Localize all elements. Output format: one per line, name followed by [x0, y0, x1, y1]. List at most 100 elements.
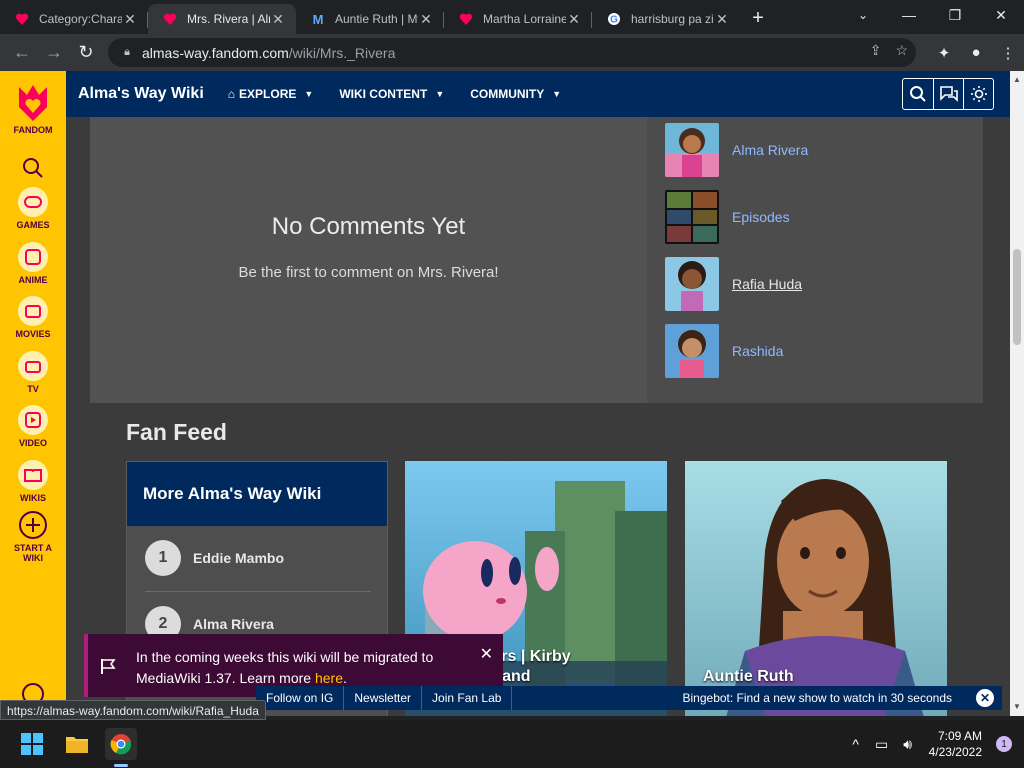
explore-icon: ⌂: [227, 87, 236, 101]
scrollbar-thumb[interactable]: [1013, 249, 1021, 345]
related-link[interactable]: Rashida: [732, 343, 783, 359]
follow-ig-link[interactable]: Follow on IG: [256, 686, 345, 710]
anime-face-icon: [18, 242, 48, 272]
related-link[interactable]: Episodes: [732, 209, 790, 225]
related-item[interactable]: Rafia Huda: [665, 257, 802, 311]
thumbnail-rashida[interactable]: [665, 324, 719, 378]
address-bar[interactable]: 🔒︎ almas-way.fandom.com/wiki/Mrs._Rivera…: [108, 38, 916, 67]
tab-title: harrisburg pa zip: [631, 12, 714, 26]
fandom-heart-icon: [458, 11, 474, 27]
thumbnail-episodes[interactable]: [665, 190, 719, 244]
rail-label: GAMES: [16, 220, 50, 230]
browser-tab-3[interactable]: M Auntie Ruth | Mya ✕: [296, 4, 444, 34]
rail-start-a-wiki[interactable]: START A WIKI: [0, 510, 66, 563]
flag-icon: [88, 634, 128, 697]
system-tray: ^ ▭ 🔊︎ 7:09 AM 4/23/2022 1: [843, 720, 1024, 768]
sun-icon: [970, 86, 987, 102]
rail-item-video[interactable]: VIDEO: [0, 405, 66, 448]
chevron-down-icon: ▼: [435, 89, 445, 99]
fandom-logo[interactable]: FANDOM: [0, 79, 66, 135]
profile-icon[interactable]: ●: [960, 38, 992, 67]
restore-icon[interactable]: ❐: [932, 0, 978, 30]
bingebot-link[interactable]: Bingebot: Find a new show to watch in 30…: [683, 686, 953, 710]
scroll-up-arrow-icon[interactable]: ▲: [1010, 73, 1024, 87]
chrome-icon[interactable]: [105, 728, 137, 760]
bookmark-star-icon[interactable]: ☆: [895, 42, 908, 59]
rail-item-wikis[interactable]: WIKIS: [0, 460, 66, 503]
rail-item-games[interactable]: GAMES: [0, 187, 66, 230]
close-tab-icon[interactable]: ✕: [714, 11, 730, 28]
file-explorer-icon[interactable]: [61, 728, 93, 760]
nav-explore[interactable]: ⌂ EXPLORE ▼: [228, 87, 314, 101]
close-circle-icon[interactable]: ✕: [976, 689, 994, 707]
close-icon[interactable]: ✕: [480, 644, 493, 664]
nav-wiki-content[interactable]: WIKI CONTENT ▼: [339, 87, 444, 101]
close-window-icon[interactable]: ✕: [978, 0, 1024, 30]
thumbnail-alma-rivera[interactable]: [665, 123, 719, 177]
trending-item[interactable]: 1 Eddie Mambo: [145, 540, 284, 576]
notification-badge[interactable]: 1: [996, 736, 1012, 752]
menu-kebab-icon[interactable]: ⋮: [992, 38, 1024, 67]
rail-search[interactable]: [0, 153, 66, 186]
wiki-header: Alma's Way Wiki ⌂ EXPLORE ▼ WIKI CONTENT ▼ …: [66, 71, 1010, 117]
search-button[interactable]: [903, 79, 933, 109]
rail-item-anime[interactable]: ANIME: [0, 242, 66, 285]
wiki-site-name[interactable]: Alma's Way Wiki: [78, 85, 204, 103]
rank-number: 1: [145, 540, 181, 576]
card-caption: Auntie Ruth: [703, 668, 794, 685]
extensions-puzzle-icon[interactable]: ✦: [928, 38, 960, 67]
discussions-button[interactable]: [933, 79, 963, 109]
rail-item-tv[interactable]: TV: [0, 351, 66, 394]
back-arrow-icon[interactable]: ←: [6, 37, 38, 69]
url-text: almas-way.fandom.com/wiki/Mrs._Rivera: [142, 44, 396, 61]
page-scrollbar[interactable]: ▲ ▼: [1010, 71, 1024, 716]
new-tab-button[interactable]: +: [744, 4, 772, 32]
close-tab-icon[interactable]: ✕: [418, 11, 434, 28]
chevron-up-icon[interactable]: ^: [843, 736, 869, 752]
play-icon: [18, 405, 48, 435]
browser-tab-1[interactable]: Category:Characters ✕: [0, 4, 148, 34]
rail-item-movies[interactable]: MOVIES: [0, 296, 66, 339]
windows-start-icon[interactable]: [16, 728, 48, 760]
notice-link[interactable]: here: [315, 670, 343, 686]
minimize-icon[interactable]: —: [886, 0, 932, 30]
related-link[interactable]: Rafia Huda: [732, 276, 802, 292]
nav-community[interactable]: COMMUNITY ▼: [470, 87, 561, 101]
clock-time: 7:09 AM: [937, 729, 982, 743]
newsletter-link[interactable]: Newsletter: [344, 686, 423, 710]
related-link[interactable]: Alma Rivera: [732, 142, 808, 158]
chevron-down-icon: ▼: [552, 89, 562, 99]
reload-icon[interactable]: ↻: [70, 37, 102, 69]
rail-label: MOVIES: [15, 329, 51, 339]
fan-feed-card-auntie-ruth[interactable]: Auntie Ruth: [685, 461, 947, 716]
network-icon[interactable]: ▭: [869, 736, 895, 753]
tab-search-chevron-icon[interactable]: ⌄: [852, 4, 874, 26]
volume-icon[interactable]: 🔊︎: [895, 736, 921, 753]
google-icon: G: [606, 11, 622, 27]
close-tab-icon[interactable]: ✕: [270, 11, 286, 28]
related-item[interactable]: Alma Rivera: [665, 123, 808, 177]
browser-tab-4[interactable]: Martha Lorraine ✕: [444, 4, 592, 34]
browser-tab-5[interactable]: G harrisburg pa zip ✕: [592, 4, 740, 34]
browser-tab-2[interactable]: Mrs. Rivera | Alma's Way Wiki ✕: [148, 4, 296, 34]
close-tab-icon[interactable]: ✕: [566, 11, 582, 28]
share-icon[interactable]: ⇪: [870, 42, 882, 59]
fan-lab-link[interactable]: Join Fan Lab: [422, 686, 513, 710]
fandom-heart-icon: [14, 11, 30, 27]
close-tab-icon[interactable]: ✕: [122, 11, 138, 28]
thumbnail-rafia-huda[interactable]: [665, 257, 719, 311]
rank-name[interactable]: Eddie Mambo: [193, 550, 284, 566]
fandom-global-nav: FANDOM GAMES ANIME MOVIES TV VIDEO WIKIS…: [0, 71, 66, 716]
fandom-wordmark: FANDOM: [13, 125, 53, 135]
forward-arrow-icon[interactable]: →: [38, 37, 70, 69]
lock-icon[interactable]: 🔒︎: [120, 46, 134, 60]
comments-section: No Comments Yet Be the first to comment …: [90, 117, 647, 403]
scroll-down-arrow-icon[interactable]: ▼: [1010, 700, 1024, 714]
rank-name[interactable]: Alma Rivera: [193, 616, 274, 632]
window-controls: — ❐ ✕: [886, 0, 1024, 30]
related-item[interactable]: Episodes: [665, 190, 790, 244]
clock-date: 4/23/2022: [928, 745, 982, 759]
theme-toggle-button[interactable]: [963, 79, 993, 109]
clock[interactable]: 7:09 AM 4/23/2022: [929, 728, 982, 760]
related-item[interactable]: Rashida: [665, 324, 783, 378]
